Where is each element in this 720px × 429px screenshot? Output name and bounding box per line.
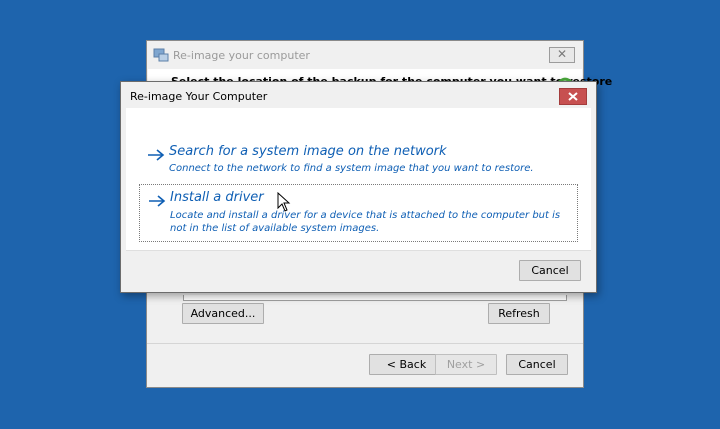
window-app-icon [153, 48, 169, 62]
close-icon: ✕ [556, 47, 568, 61]
bg-cancel-button[interactable]: Cancel [506, 354, 568, 375]
arrow-right-icon [149, 195, 166, 207]
back-button[interactable]: < Back [369, 354, 444, 375]
reimage-dialog: Re-image Your Computer Search for a syst… [120, 81, 597, 293]
bg-titlebar: Re-image your computer ✕ [147, 41, 583, 69]
dialog-footer-separator [126, 250, 591, 251]
bg-window-title: Re-image your computer [173, 49, 310, 62]
refresh-button[interactable]: Refresh [488, 303, 550, 324]
dialog-close-button[interactable] [559, 88, 587, 105]
dialog-titlebar: Re-image Your Computer [121, 82, 596, 108]
dialog-body: Search for a system image on the network… [126, 108, 591, 250]
option-title: Install a driver [170, 190, 264, 205]
bg-close-button[interactable]: ✕ [549, 47, 575, 63]
arrow-right-icon [148, 149, 165, 161]
option-title: Search for a system image on the network [169, 144, 447, 159]
option-description: Connect to the network to find a system … [169, 163, 534, 174]
bg-separator [147, 343, 583, 344]
option-search-network[interactable]: Search for a system image on the network… [139, 142, 578, 182]
backup-list[interactable] [183, 295, 567, 301]
option-description: Locate and install a driver for a device… [170, 210, 561, 234]
close-icon [568, 92, 578, 101]
mouse-cursor-icon [277, 192, 291, 212]
option-install-driver[interactable]: Install a driver Locate and install a dr… [139, 184, 578, 242]
next-button: Next > [435, 354, 497, 375]
dialog-title: Re-image Your Computer [130, 90, 268, 103]
dialog-cancel-button[interactable]: Cancel [519, 260, 581, 281]
advanced-button[interactable]: Advanced... [182, 303, 264, 324]
